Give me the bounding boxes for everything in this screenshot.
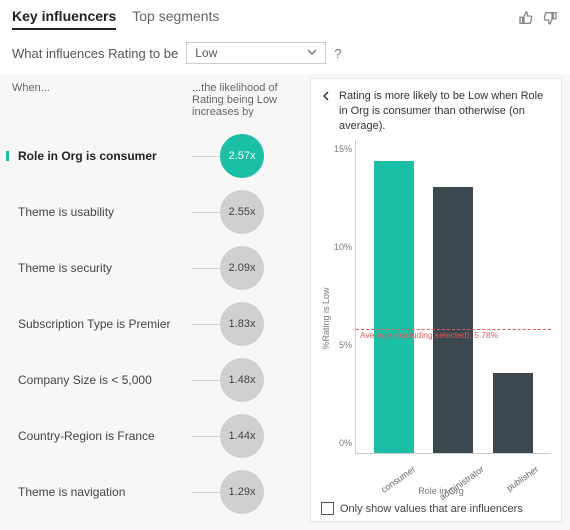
chart-y-axis-label: %Rating is Low bbox=[321, 140, 331, 496]
y-tick: 5% bbox=[332, 340, 352, 350]
tab-top-segments[interactable]: Top segments bbox=[132, 8, 219, 30]
connector-line bbox=[192, 268, 220, 269]
influencer-row[interactable]: Theme is security 2.09x bbox=[12, 240, 302, 296]
tab-key-influencers[interactable]: Key influencers bbox=[12, 8, 116, 30]
influencer-bubble: 1.48x bbox=[220, 358, 264, 402]
connector-line bbox=[192, 380, 220, 381]
average-line-label: Average (excluding selected): 5.78% bbox=[360, 330, 498, 340]
influencer-label: Country-Region is France bbox=[12, 429, 192, 443]
detail-summary: Rating is more likely to be Low when Rol… bbox=[339, 89, 551, 134]
influencer-row[interactable]: Subscription Type is Premier 1.83x bbox=[12, 296, 302, 352]
influencer-label: Theme is security bbox=[12, 261, 192, 275]
influencer-bubble: 1.83x bbox=[220, 302, 264, 346]
connector-line bbox=[192, 156, 220, 157]
influencer-row[interactable]: Company Size is < 5,000 1.48x bbox=[12, 352, 302, 408]
only-influencers-checkbox[interactable] bbox=[321, 502, 334, 515]
rating-state-dropdown[interactable]: Low bbox=[186, 42, 326, 64]
bar-chart: Average (excluding selected): 5.78% 0%5%… bbox=[355, 140, 551, 454]
chart-bar[interactable] bbox=[493, 373, 533, 453]
column-header-likelihood: ...the likelihood of Rating being Low in… bbox=[192, 82, 302, 118]
average-reference-line: Average (excluding selected): 5.78% bbox=[356, 329, 551, 340]
y-tick: 10% bbox=[332, 242, 352, 252]
influencer-label: Company Size is < 5,000 bbox=[12, 373, 192, 387]
influencer-label: Subscription Type is Premier bbox=[12, 317, 192, 331]
column-header-when: When... bbox=[12, 82, 192, 118]
back-arrow-icon[interactable] bbox=[321, 89, 333, 134]
influencer-row[interactable]: Role in Org is consumer 2.57x bbox=[12, 128, 302, 184]
question-prefix: What influences Rating to be bbox=[12, 46, 178, 61]
chevron-down-icon bbox=[307, 46, 317, 60]
influencer-bubble: 2.09x bbox=[220, 246, 264, 290]
y-tick: 0% bbox=[332, 438, 352, 448]
y-tick: 15% bbox=[332, 144, 352, 154]
thumbs-down-icon[interactable] bbox=[542, 10, 558, 29]
influencer-row[interactable]: Theme is usability 2.55x bbox=[12, 184, 302, 240]
chart-bar[interactable] bbox=[433, 187, 473, 453]
help-icon[interactable]: ? bbox=[334, 46, 341, 61]
chart-bar[interactable] bbox=[374, 161, 414, 453]
thumbs-up-icon[interactable] bbox=[518, 10, 534, 29]
connector-line bbox=[192, 436, 220, 437]
influencer-bubble: 2.55x bbox=[220, 190, 264, 234]
dropdown-selected: Low bbox=[195, 46, 217, 60]
influencer-bubble: 1.29x bbox=[220, 470, 264, 514]
influencer-label: Role in Org is consumer bbox=[12, 149, 192, 163]
connector-line bbox=[192, 212, 220, 213]
only-influencers-label: Only show values that are influencers bbox=[340, 503, 523, 515]
influencer-label: Theme is navigation bbox=[12, 485, 192, 499]
connector-line bbox=[192, 324, 220, 325]
influencer-row[interactable]: Theme is navigation 1.29x bbox=[12, 464, 302, 520]
influencer-row[interactable]: Country-Region is France 1.44x bbox=[12, 408, 302, 464]
influencer-bubble: 1.44x bbox=[220, 414, 264, 458]
influencer-label: Theme is usability bbox=[12, 205, 192, 219]
x-tick: administrator bbox=[438, 464, 486, 502]
connector-line bbox=[192, 492, 220, 493]
detail-panel: Rating is more likely to be Low when Rol… bbox=[310, 78, 562, 522]
influencer-bubble: 2.57x bbox=[220, 134, 264, 178]
